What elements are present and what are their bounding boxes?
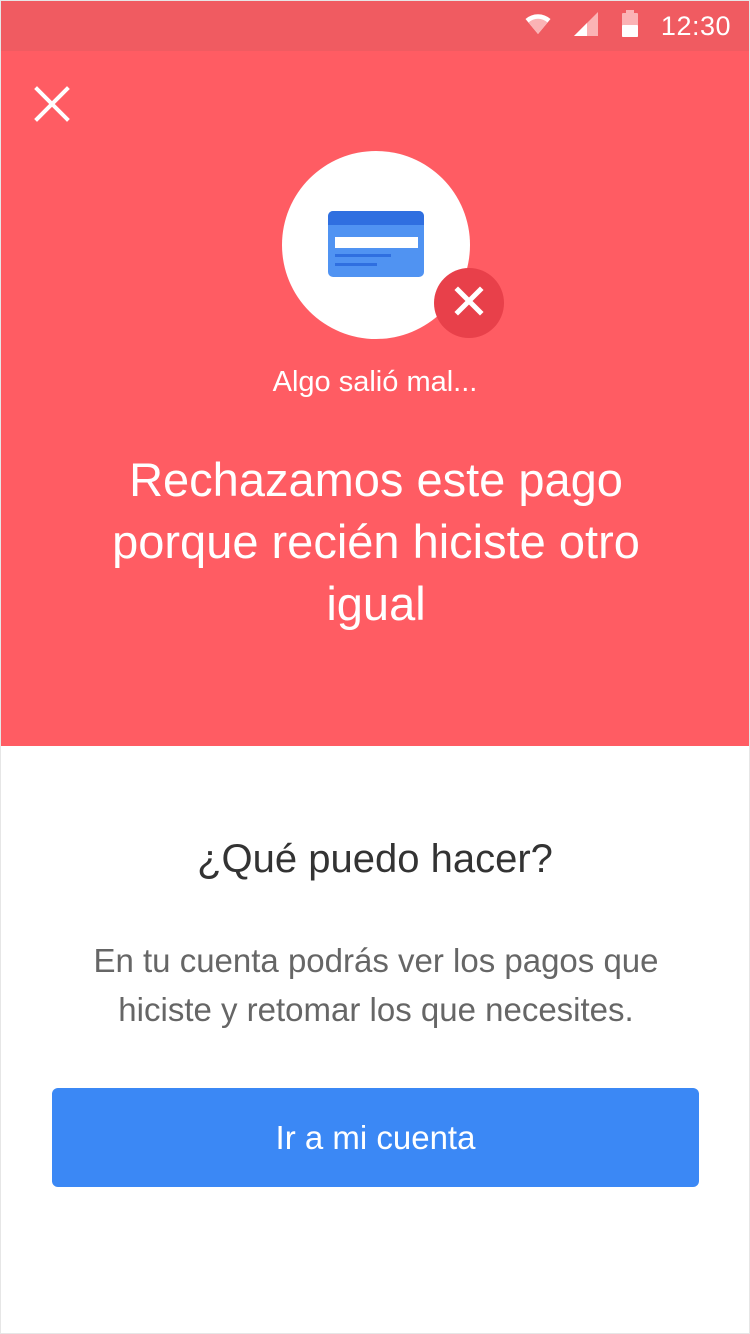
go-to-account-button[interactable]: Ir a mi cuenta [52, 1088, 699, 1187]
error-hero: Algo salió mal... Rechazamos este pago p… [1, 51, 749, 746]
battery-icon [621, 9, 639, 43]
help-description: En tu cuenta podrás ver los pagos que hi… [93, 942, 659, 1028]
payment-illustration [282, 151, 504, 341]
error-subtitle: Algo salió mal... [272, 366, 478, 398]
error-x-icon [454, 285, 484, 321]
credit-card-icon [328, 211, 424, 284]
status-time: 12:30 [660, 10, 731, 41]
status-bar: 12:30 [1, 1, 749, 51]
error-badge [434, 268, 504, 338]
status-icons: 12:30 [525, 1, 731, 51]
error-headline: Rechazamos este pago porque recién hicis… [112, 453, 640, 630]
close-icon [27, 86, 77, 133]
wifi-icon [525, 13, 551, 40]
payment-rejected-screen: 12:30 Algo salió mal... Rechazamos este … [0, 0, 750, 1334]
cell-signal-icon [573, 11, 599, 42]
close-button[interactable] [27, 79, 77, 129]
help-title: ¿Qué puedo hacer? [197, 837, 553, 881]
